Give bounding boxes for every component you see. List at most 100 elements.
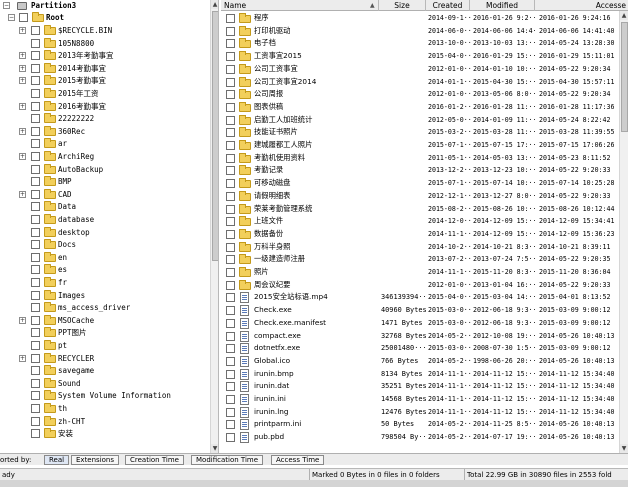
collapse-icon[interactable]: − [8,14,15,21]
tree-item[interactable]: Images [0,289,210,302]
file-row[interactable]: printparm.ini 50 Bytes 2014-05-2··· 2014-11… [221,418,621,431]
tree-item[interactable]: +360Rec [0,125,210,138]
expand-icon[interactable]: + [19,127,26,135]
file-checkbox[interactable] [226,102,235,112]
tree-item-checkbox[interactable] [31,366,40,376]
root-checkbox[interactable] [19,13,28,22]
tree-item-checkbox[interactable] [31,164,40,174]
tree-partition-row[interactable]: − Partition3 [0,0,210,12]
file-row[interactable]: 打印机驱动 2014-06-0···2014-06-06 14:4···2014-… [221,25,621,37]
collapse-icon[interactable]: − [3,2,10,9]
expand-icon[interactable]: + [19,316,26,324]
tree-item[interactable]: + ArchiReg [0,151,210,163]
tree-item-checkbox[interactable] [31,290,40,300]
file-row[interactable]: 电子档 2013-10-0··· 2013-10-03 13:··· 2014-05-… [221,37,621,49]
file-row[interactable]: Global.ico 766 Bytes 2014-05-2··· 1998-06-2… [221,355,621,367]
tree-item[interactable]: database [0,214,210,226]
tree-item[interactable]: ar [0,138,210,150]
tree-item[interactable]: + RECYCLER [0,352,210,365]
tree-item-checkbox[interactable] [31,26,40,35]
scroll-up-icon[interactable]: ▲ [620,11,628,20]
file-checkbox[interactable] [226,141,235,150]
sort-modification-time-button[interactable]: Modification Time [191,455,264,465]
file-checkbox[interactable] [226,90,235,100]
tree-item[interactable]: +2015考勤事宜 [0,75,210,87]
file-checkbox[interactable] [226,433,235,443]
tree-item[interactable]: + $RECYCLE.BIN [0,25,210,37]
file-checkbox[interactable] [226,382,235,392]
column-size[interactable]: Size [379,0,426,11]
tree-item[interactable]: es [0,264,210,276]
file-checkbox[interactable] [226,77,235,87]
file-checkbox[interactable] [226,369,235,379]
tree-item-checkbox[interactable] [31,101,40,111]
tree-item-checkbox[interactable] [31,429,40,439]
tree-item[interactable]: +2013年考勤事宜 [0,50,210,62]
tree-item[interactable]: en [0,251,210,264]
tree-root-row[interactable]: − Root [0,12,210,24]
file-row[interactable]: 2015安全站标语.mp4 346139394··· 2015-04-0··· 201… [221,291,621,304]
file-row[interactable]: 公司工资事宜2014 2014-01-1··· 2015-04-30 15:··· 2… [221,76,621,88]
file-row[interactable]: 周会议纪要 2012-01-0··· 2013-01-04 16:··· 2014-0… [221,279,621,291]
file-row[interactable]: 考勤机使用资料 2011-05-1··· 2014-05-03 13:··· 2014… [221,152,621,164]
tree-item-checkbox[interactable] [31,152,40,161]
file-checkbox[interactable] [226,64,235,74]
tree-item[interactable]: +2014考勤事宜 [0,62,210,75]
tree-item[interactable]: Sound [0,377,210,390]
file-row[interactable]: 可移动磁盘 2015-07-1··· 2015-07-14 10:··· 2015-0… [221,177,621,189]
tree-item-checkbox[interactable] [31,278,40,287]
scroll-down-icon[interactable]: ▼ [620,444,628,453]
expand-icon[interactable]: + [19,64,26,72]
tree-item[interactable]: savegame [0,365,210,377]
tree-item-checkbox[interactable] [31,51,40,61]
file-row[interactable]: 照片 2014-11-1··· 2015-11-20 8:3··· 2015-11-2… [221,266,621,278]
file-row[interactable]: 程序 2014-09-1··· 2016-01-26 9:2··· 2016-01-2… [221,12,621,24]
file-row[interactable]: compact.exe 32768 Bytes 2014-05-2··· 2012-1… [221,330,621,342]
file-checkbox[interactable] [226,39,235,49]
file-row[interactable]: irunin.ini 14568 Bytes 2014-11-1··· 2014-11… [221,393,621,405]
file-row[interactable]: 图表供稿 2016-01-2··· 2016-01-28 11:··· 2016-01… [221,101,621,113]
tree-item-checkbox[interactable] [31,240,40,250]
tree-item-checkbox[interactable] [31,76,40,86]
file-checkbox[interactable] [226,128,235,138]
file-row[interactable]: 上班文件 2014-12-0··· 2014-12-09 15:··· 2014-12… [221,215,621,227]
tree-item-checkbox[interactable] [31,303,40,313]
file-list-scrollbar[interactable]: ▲ ▼ [619,11,628,453]
expand-icon[interactable]: + [19,52,26,60]
scroll-thumb[interactable] [212,11,218,261]
sort-real-button[interactable]: Real [44,455,70,465]
tree-item-checkbox[interactable] [31,378,40,388]
file-checkbox[interactable] [226,242,235,252]
file-row[interactable]: Check.exe.manifest 1471 Bytes 2015-03-0···… [221,317,621,329]
tree-item-checkbox[interactable] [31,227,40,237]
file-row[interactable]: 一级建造师注册 2013-07-2··· 2013-07-24 7:5··· 2014… [221,253,621,265]
tree-item[interactable]: PPT图片 [0,327,210,339]
file-checkbox[interactable] [226,191,235,201]
tree-item[interactable]: 105N8800 [0,37,210,50]
file-row[interactable]: 数据备份 2014-11-1··· 2014-12-09 15:··· 2014-12… [221,228,621,240]
file-checkbox[interactable] [226,166,235,176]
tree-item-checkbox[interactable] [31,215,40,224]
file-checkbox[interactable] [226,420,235,430]
file-checkbox[interactable] [226,217,235,227]
expand-icon[interactable]: + [19,77,26,85]
tree-item-checkbox[interactable] [31,189,40,199]
file-checkbox[interactable] [226,318,235,328]
scroll-thumb[interactable] [621,22,628,132]
file-row[interactable]: 荣莱考勤管理系统 2015-08-2··· 2015-08-26 10:··· 201… [221,203,621,215]
tree-item-checkbox[interactable] [31,89,40,98]
file-row[interactable]: Check.exe 40960 Bytes 2015-03-0··· 2012-06-… [221,304,621,317]
file-checkbox[interactable] [226,293,235,303]
file-row[interactable]: irunin.bmp 8134 Bytes 2014-11-1··· 2014-11-… [221,368,621,380]
tree-item-checkbox[interactable] [31,315,40,325]
scroll-up-icon[interactable]: ▲ [211,0,218,9]
column-name[interactable]: Name [221,0,379,11]
tree-item[interactable]: ms_access_driver [0,302,210,314]
file-checkbox[interactable] [226,255,235,265]
file-checkbox[interactable] [226,306,235,316]
file-checkbox[interactable] [226,344,235,354]
tree-item[interactable]: 2015年工资 [0,88,210,100]
file-row[interactable]: 考勤记录 2013-12-2··· 2013-12-23 10:··· 2014-05… [221,164,621,176]
tree-item-checkbox[interactable] [31,177,40,187]
tree-item[interactable]: desktop [0,226,210,239]
